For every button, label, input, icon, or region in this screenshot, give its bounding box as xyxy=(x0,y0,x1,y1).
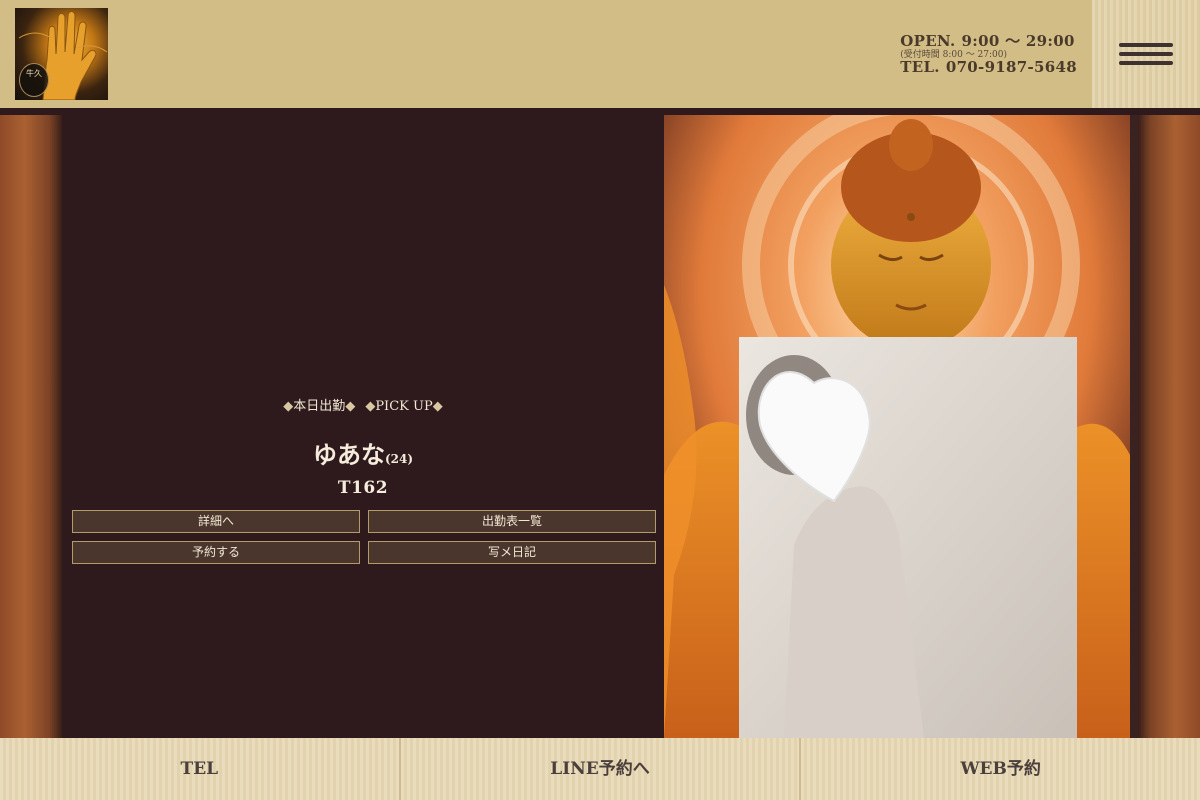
footer-nav: TEL LINE予約へ WEB予約 xyxy=(0,738,1200,800)
detail-button[interactable]: 詳細へ xyxy=(72,510,360,533)
hamburger-menu-icon-bar xyxy=(1119,52,1173,56)
background-buddha-left xyxy=(0,115,62,738)
buddha-photo-image xyxy=(664,115,1130,738)
footer-line-reserve-button[interactable]: LINE予約へ xyxy=(400,738,802,800)
diamond-icon: ◆ xyxy=(432,399,443,414)
open-hours-line: OPEN. 9:00 ～ 29:00 xyxy=(900,30,1077,50)
footer-web-reserve-button[interactable]: WEB予約 xyxy=(801,738,1200,800)
photo-diary-button[interactable]: 写メ日記 xyxy=(368,541,656,564)
girl-name-row: ゆあな(24) xyxy=(62,435,664,470)
girl-age: (24) xyxy=(384,452,414,466)
photo-divider xyxy=(1130,115,1138,738)
background-buddha-right xyxy=(1138,115,1200,738)
pickup-section: ◆本日出勤◆ ◆PICK UP◆ ゆあな(24) T162 詳細へ 出勤表一覧 予… xyxy=(0,108,1200,738)
schedule-list-button[interactable]: 出勤表一覧 xyxy=(368,510,656,533)
today-label: 本日出勤 xyxy=(293,399,346,414)
girl-height: T162 xyxy=(337,478,389,498)
diamond-icon: ◆ xyxy=(345,399,356,414)
hamburger-menu-icon-bar xyxy=(1119,61,1173,65)
pickup-label: ◆本日出勤◆ ◆PICK UP◆ xyxy=(62,395,664,414)
hamburger-menu-icon xyxy=(1119,43,1173,47)
site-logo[interactable]: 牛久 xyxy=(15,8,108,100)
site-header: 牛久 OPEN. 9:00 ～ 29:00 (受付時間 8:00 ～ 27:00)… xyxy=(0,0,1200,108)
diamond-icon: ◆ xyxy=(283,399,294,414)
footer-tel-button[interactable]: TEL xyxy=(0,738,401,800)
girl-name: ゆあな xyxy=(312,440,385,469)
diamond-icon: ◆ xyxy=(365,399,376,414)
header-info: OPEN. 9:00 ～ 29:00 (受付時間 8:00 ～ 27:00) TE… xyxy=(900,30,1077,76)
pickup-info-panel: ◆本日出勤◆ ◆PICK UP◆ ゆあな(24) T162 詳細へ 出勤表一覧 予… xyxy=(62,115,664,738)
tel-number[interactable]: 070-9187-5648 xyxy=(946,58,1077,76)
tel-line[interactable]: TEL. 070-9187-5648 xyxy=(900,58,1077,76)
tel-label: TEL. xyxy=(900,58,940,76)
pickup-title: PICK UP xyxy=(375,399,433,414)
hamburger-menu-button[interactable] xyxy=(1092,0,1200,108)
reserve-button[interactable]: 予約する xyxy=(72,541,360,564)
pickup-photo[interactable] xyxy=(664,115,1130,738)
logo-badge: 牛久 xyxy=(19,63,49,97)
